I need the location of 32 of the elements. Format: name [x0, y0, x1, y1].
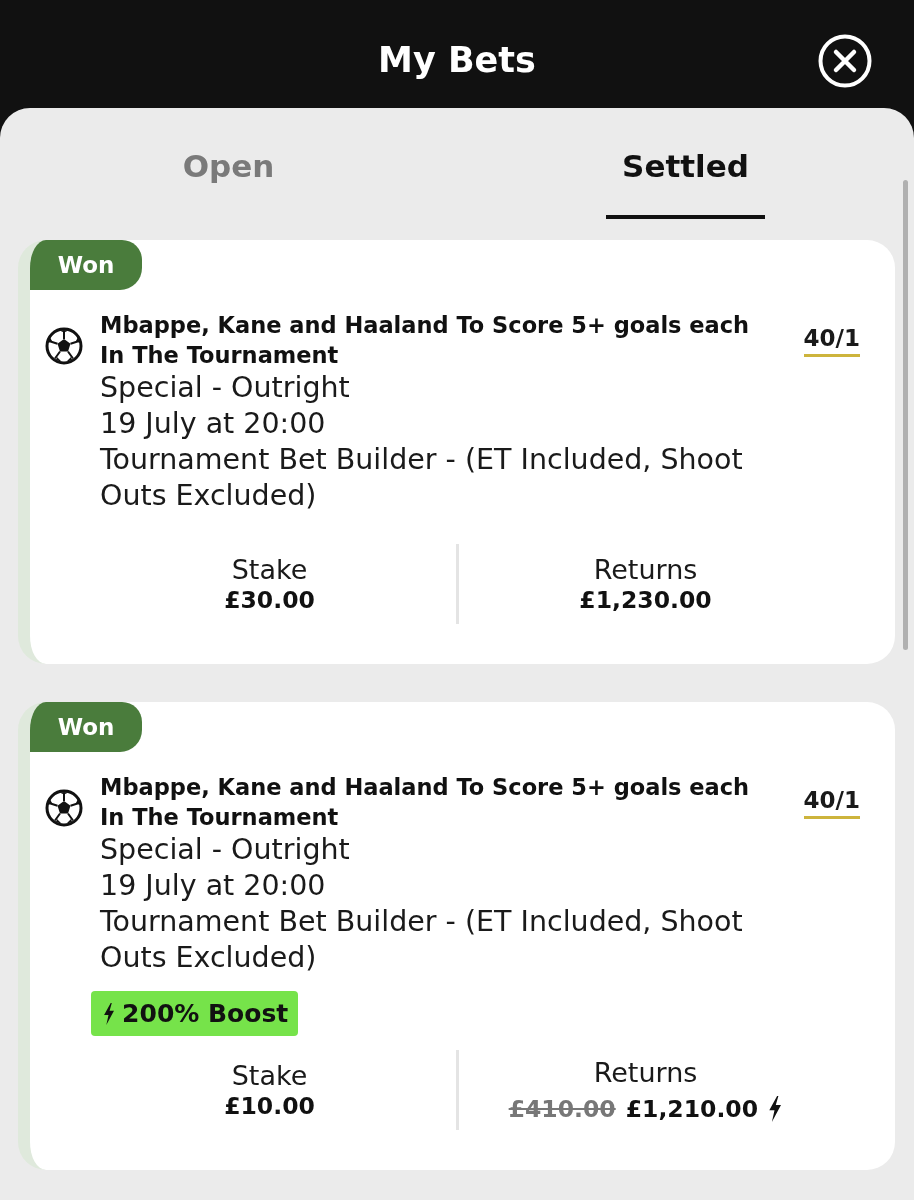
stake-label: Stake — [231, 553, 308, 585]
close-icon — [818, 34, 872, 88]
returns-label: Returns — [593, 553, 698, 585]
lightning-bolt-icon — [768, 1095, 783, 1122]
event-text: Tournament Bet Builder - (ET Included, Shoot Outs Excluded) — [100, 904, 744, 976]
date-text: 19 July at 20:00 — [100, 868, 327, 904]
market-text: Special - Outright — [100, 832, 351, 868]
odds-text: 40/1 — [803, 325, 860, 357]
status-tag: Won — [30, 240, 142, 290]
lightning-bolt-icon — [103, 1002, 116, 1025]
stake-amount: £30.00 — [224, 584, 315, 615]
returns-label: Returns — [593, 1056, 698, 1088]
selection-title: Mbappe, Kane and Haaland To Score 5+ goals each In The Tournament — [100, 773, 751, 832]
stake-amount: £10.00 — [224, 1090, 315, 1121]
tab[interactable]: Open — [166, 148, 291, 219]
returns-amount: £1,230.00 — [579, 584, 712, 615]
football-icon — [45, 327, 83, 365]
boost-text: 200% Boost — [122, 999, 289, 1028]
scrollbar-thumb[interactable] — [903, 180, 908, 650]
event-text: Tournament Bet Builder - (ET Included, Shoot Outs Excluded) — [100, 442, 744, 514]
page-title: My Bets — [378, 40, 536, 80]
date-text: 19 July at 20:00 — [100, 406, 327, 442]
stake-label: Stake — [231, 1059, 308, 1091]
close-button[interactable] — [818, 34, 872, 88]
status-tag: Won — [30, 702, 142, 752]
football-icon — [45, 789, 83, 827]
tab[interactable]: Settled — [606, 148, 765, 219]
odds-text: 40/1 — [803, 787, 860, 819]
market-text: Special - Outright — [100, 370, 351, 406]
selection-title: Mbappe, Kane and Haaland To Score 5+ goals each In The Tournament — [100, 311, 751, 370]
original-returns-amount: £410.00 — [508, 1093, 616, 1124]
returns-amount: £1,210.00 — [625, 1093, 759, 1124]
